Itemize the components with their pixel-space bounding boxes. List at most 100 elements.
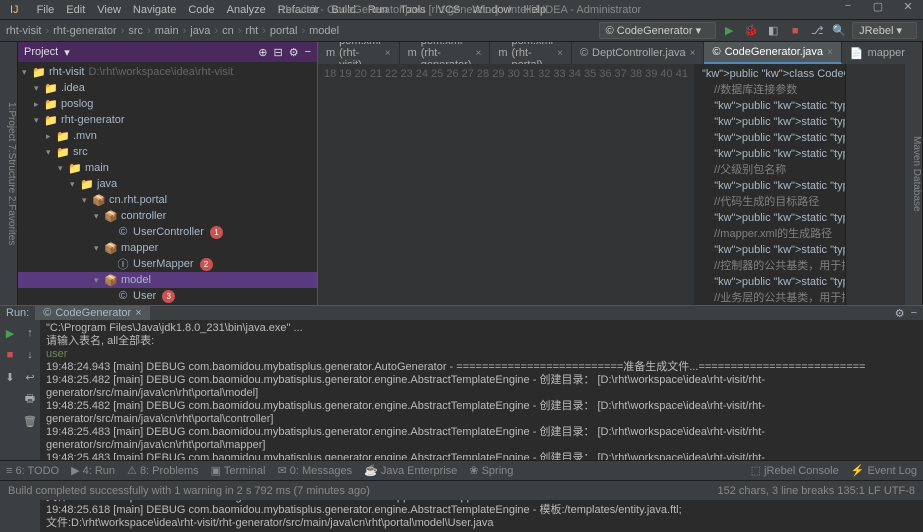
- bottom-tab[interactable]: ☕ Java Enterprise: [364, 464, 457, 477]
- menu-bar: IJ FileEditViewNavigateCodeAnalyzeRefact…: [0, 0, 923, 20]
- up-icon[interactable]: ↑: [21, 324, 39, 342]
- breadcrumb-item[interactable]: rht-generator: [53, 25, 117, 37]
- breadcrumb-item[interactable]: java: [190, 25, 210, 37]
- breadcrumb-item[interactable]: portal: [270, 25, 298, 37]
- project-panel: Project ▾ ⊕ ⊟ ⚙ − ▾📁rht-visitD:\rht\work…: [18, 42, 318, 305]
- menu-run[interactable]: Run: [362, 4, 394, 16]
- menu-build[interactable]: Build: [325, 4, 361, 16]
- bottom-tab[interactable]: ≡ 6: TODO: [6, 465, 59, 477]
- editor-tab[interactable]: 📄mapper.java.ftl×: [842, 42, 905, 64]
- tree-item[interactable]: ©UserController1: [18, 224, 317, 240]
- minimize-button[interactable]: −: [833, 0, 863, 20]
- editor-tab[interactable]: mpom.xml (rht-generator)×: [400, 42, 491, 64]
- bottom-tab-right[interactable]: ⚡ Event Log: [851, 464, 917, 477]
- status-info: 152 chars, 3 line breaks 135:1 LF UTF-8: [718, 485, 915, 497]
- breadcrumb-item[interactable]: rht-visit: [6, 25, 41, 37]
- tree-item[interactable]: ©User3: [18, 288, 317, 304]
- close-icon[interactable]: ×: [827, 47, 833, 58]
- bottom-tab-right[interactable]: ⬚ jRebel Console: [751, 464, 839, 477]
- rerun-button[interactable]: ▶: [1, 324, 19, 342]
- jrebel-dropdown[interactable]: JRebel ▾: [852, 22, 917, 39]
- project-tree[interactable]: ▾📁rht-visitD:\rht\workspace\idea\rht-vis…: [18, 62, 317, 305]
- bottom-tab[interactable]: ❀ Spring: [469, 464, 513, 477]
- wrap-icon[interactable]: ↩: [21, 368, 39, 386]
- hide-icon[interactable]: −: [305, 46, 311, 58]
- breadcrumb-item[interactable]: main: [155, 25, 179, 37]
- minimap[interactable]: [845, 64, 905, 305]
- left-gutter[interactable]: 1:Project 7:Structure 2:Favorites: [0, 42, 18, 305]
- close-icon[interactable]: ×: [557, 48, 563, 59]
- maximize-button[interactable]: ▢: [863, 0, 893, 20]
- editor-tab[interactable]: ©CodeGenerator.java×: [704, 42, 841, 64]
- tree-item[interactable]: ▾📦model: [18, 272, 317, 288]
- tree-item[interactable]: ▾📁rht-generator: [18, 112, 317, 128]
- tree-item[interactable]: ▸📁poslog: [18, 96, 317, 112]
- print-icon[interactable]: 🖶: [21, 390, 39, 408]
- toolbar: rht-visit › rht-generator › src › main ›…: [0, 20, 923, 42]
- tree-item[interactable]: ▾📦controller: [18, 208, 317, 224]
- menu-analyze[interactable]: Analyze: [221, 4, 272, 16]
- menu-tools[interactable]: Tools: [394, 4, 432, 16]
- code-area[interactable]: "kw">public "kw">class CodeGenerator { /…: [694, 64, 845, 305]
- settings-icon[interactable]: ⊕: [258, 46, 267, 59]
- close-icon[interactable]: ×: [385, 48, 391, 59]
- editor-tab[interactable]: ©DeptController.java×: [572, 42, 705, 64]
- bottom-tab[interactable]: ▶ 4: Run: [71, 464, 115, 477]
- app-icon: IJ: [4, 4, 25, 16]
- search-icon[interactable]: 🔍: [830, 22, 848, 40]
- menu-edit[interactable]: Edit: [60, 4, 91, 16]
- trash-icon[interactable]: 🗑: [21, 412, 39, 430]
- editor-tab[interactable]: mpom.xml (rht-portal)×: [490, 42, 572, 64]
- breadcrumb-item[interactable]: src: [128, 25, 143, 37]
- coverage-button[interactable]: ◧: [764, 22, 782, 40]
- editor-tab[interactable]: mpom.xml (rht-visit)×: [318, 42, 400, 64]
- stop-button[interactable]: ■: [786, 22, 804, 40]
- tree-item[interactable]: ▾📁java: [18, 176, 317, 192]
- git-button[interactable]: ⎇: [808, 22, 826, 40]
- right-gutter[interactable]: Maven Database: [905, 42, 923, 305]
- menu-help[interactable]: Help: [517, 4, 552, 16]
- tree-item[interactable]: ▸📁.mvn: [18, 128, 317, 144]
- breadcrumb-item[interactable]: cn: [222, 25, 234, 37]
- dump-icon[interactable]: ⬇: [1, 368, 19, 386]
- tree-item[interactable]: ▾📦mapper: [18, 240, 317, 256]
- breadcrumb-item[interactable]: model: [309, 25, 339, 37]
- editor-tabs: mpom.xml (rht-visit)×mpom.xml (rht-gener…: [318, 42, 905, 64]
- down-icon[interactable]: ↓: [21, 346, 39, 364]
- menu-file[interactable]: File: [31, 4, 61, 16]
- menu-window[interactable]: Window: [466, 4, 517, 16]
- menu-refactor[interactable]: Refactor: [272, 4, 326, 16]
- run-hide-icon[interactable]: −: [911, 307, 917, 319]
- breadcrumb[interactable]: rht-visit › rht-generator › src › main ›…: [6, 25, 595, 37]
- tree-item[interactable]: ⒾUserMapper2: [18, 256, 317, 272]
- run-gear-icon[interactable]: ⚙: [895, 307, 905, 320]
- menu-view[interactable]: View: [91, 4, 127, 16]
- close-button[interactable]: ✕: [893, 0, 923, 20]
- bottom-tab[interactable]: ⚠ 8: Problems: [127, 464, 199, 477]
- run-button[interactable]: ▶: [720, 22, 738, 40]
- tree-item[interactable]: ▾📁.idea: [18, 80, 317, 96]
- editor[interactable]: 18 19 20 21 22 23 24 25 26 27 28 29 30 3…: [318, 64, 905, 305]
- tree-item[interactable]: ▾📁main: [18, 160, 317, 176]
- run-tab[interactable]: © CodeGenerator ×: [35, 306, 149, 320]
- collapse-icon[interactable]: ⊟: [273, 46, 282, 59]
- debug-button[interactable]: 🐞: [742, 22, 760, 40]
- tree-item[interactable]: ▾📁src: [18, 144, 317, 160]
- close-icon[interactable]: ×: [476, 48, 482, 59]
- stop-run-button[interactable]: ■: [1, 346, 19, 364]
- close-icon[interactable]: ×: [690, 48, 696, 59]
- menu-code[interactable]: Code: [182, 4, 220, 16]
- line-gutter: 18 19 20 21 22 23 24 25 26 27 28 29 30 3…: [318, 64, 694, 305]
- bottom-tab[interactable]: ✉ 0: Messages: [277, 464, 352, 477]
- menu-vcs[interactable]: VCS: [432, 4, 467, 16]
- run-config-dropdown[interactable]: © CodeGenerator ▾: [599, 22, 717, 39]
- gear-icon[interactable]: ⚙: [289, 46, 299, 59]
- console[interactable]: "C:\Program Files\Java\jdk1.8.0_231\bin\…: [40, 320, 923, 532]
- tree-item[interactable]: ▾📦cn.rht.portal: [18, 192, 317, 208]
- menu-navigate[interactable]: Navigate: [127, 4, 182, 16]
- bottom-tab[interactable]: ▣ Terminal: [211, 464, 266, 477]
- breadcrumb-item[interactable]: rht: [245, 25, 258, 37]
- tree-root[interactable]: ▾📁rht-visitD:\rht\workspace\idea\rht-vis…: [18, 64, 317, 80]
- project-title: Project: [24, 46, 58, 58]
- status-bar: Build completed successfully with 1 warn…: [0, 480, 923, 500]
